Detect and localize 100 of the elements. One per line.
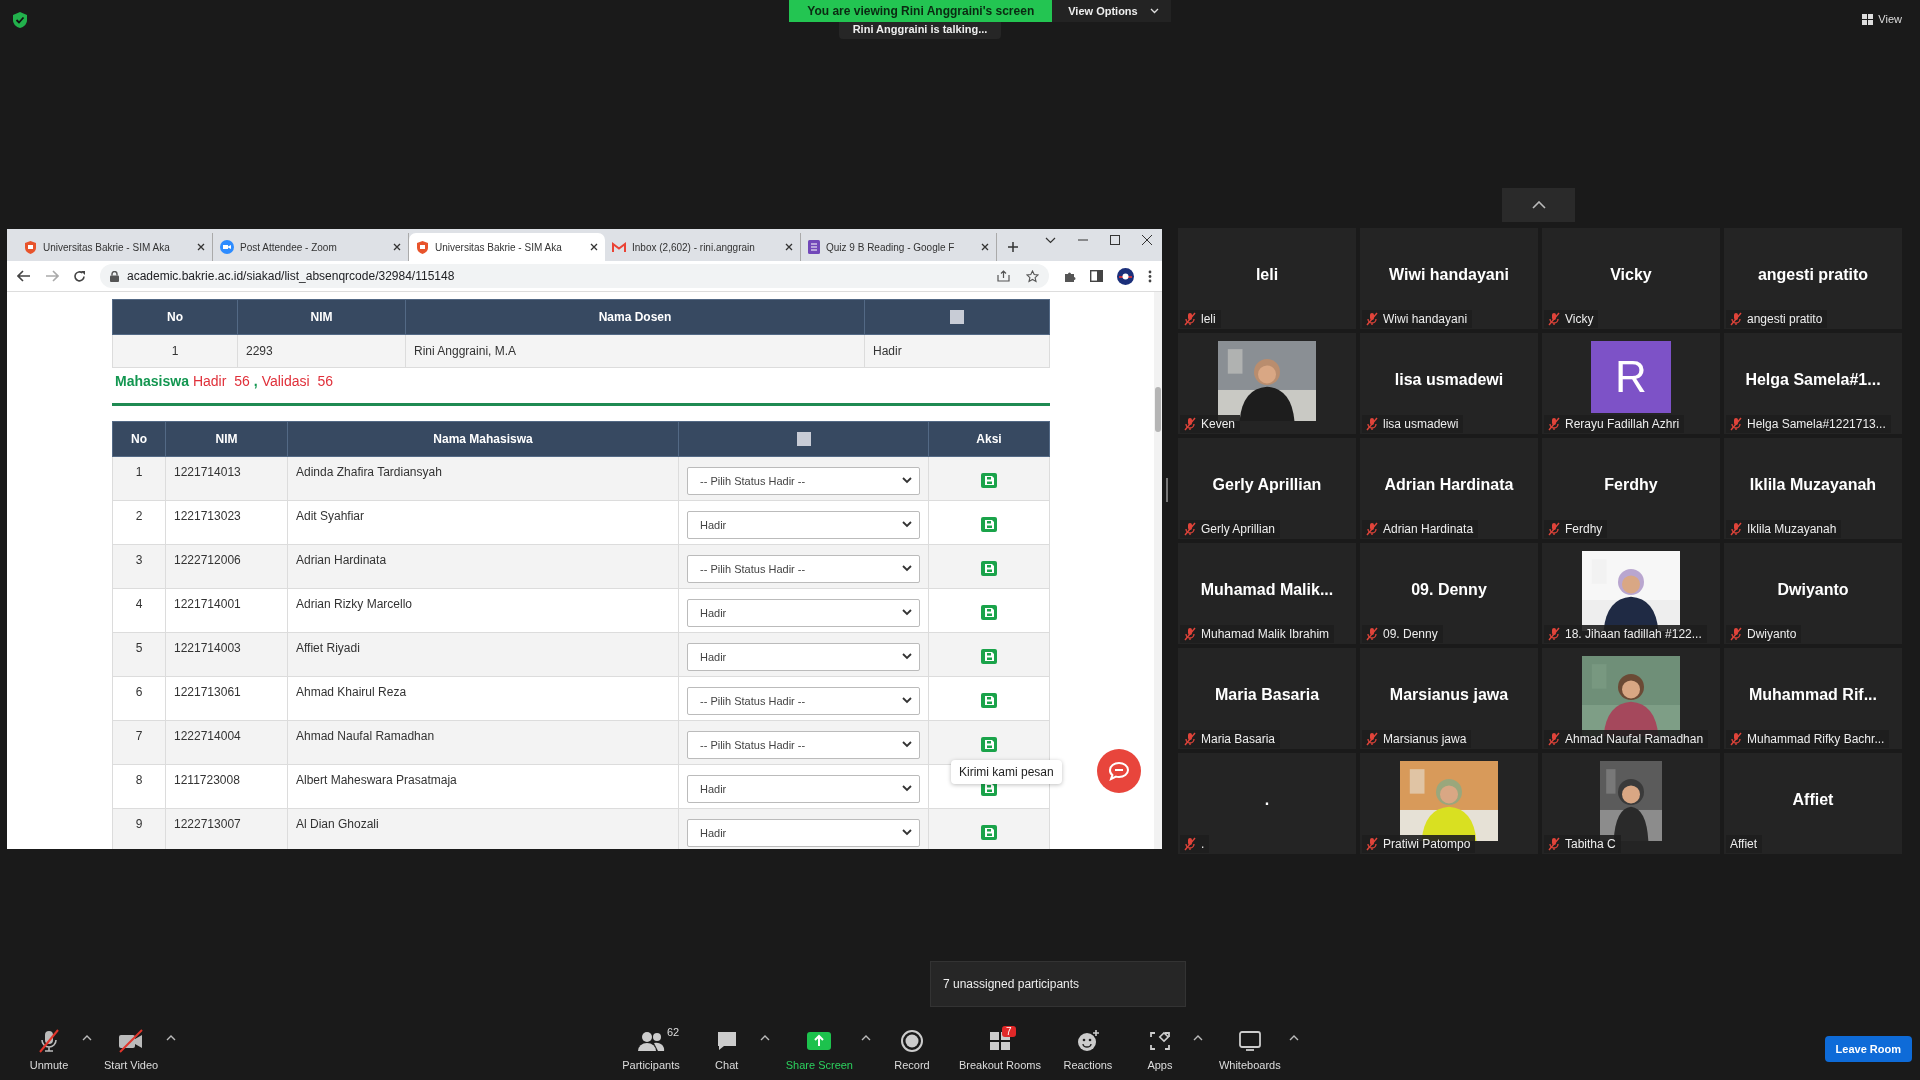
table-cell: Adrian Hardinata <box>287 544 679 589</box>
table-cell: 1221714003 <box>165 632 288 677</box>
profile-avatar[interactable] <box>1117 267 1134 285</box>
browser-tab[interactable]: Inbox (2,602) - rini.anggrain <box>605 233 801 261</box>
toolbar-button[interactable]: Chat <box>695 1023 758 1075</box>
close-icon[interactable] <box>393 243 401 251</box>
close-icon[interactable] <box>1142 235 1152 245</box>
chevron-down-icon[interactable] <box>1045 236 1056 244</box>
status-dropdown[interactable]: -- Pilih Status Hadir -- <box>687 554 920 583</box>
participant-label: Adrian Hardinata <box>1362 520 1479 538</box>
browser-tab[interactable]: Universitas Bakrie - SIM Aka <box>17 233 213 261</box>
mail-icon <box>612 241 626 253</box>
participant-name: Ferdhy <box>1604 476 1658 494</box>
address-bar[interactable]: academic.bakrie.ac.id/siakad/list_absenqrcode/32984/115148 <box>100 264 1049 288</box>
toolbar-button[interactable]: Unmute <box>18 1023 80 1075</box>
chat-tooltip: Kirimi kami pesan <box>951 760 1062 784</box>
select-all-checkbox[interactable] <box>796 432 811 447</box>
toolbar-button[interactable]: Start Video <box>98 1023 165 1075</box>
participant-name: Affiet <box>1792 791 1834 809</box>
chat-button[interactable] <box>1097 749 1141 793</box>
save-button[interactable] <box>981 649 997 664</box>
screen-share-banner: You are viewing Rini Anggraini's screen <box>789 0 1053 22</box>
status-dropdown[interactable]: -- Pilih Status Hadir -- <box>687 466 920 495</box>
chevron-down-icon <box>902 741 912 748</box>
toolbar-button[interactable]: 7 Breakout Rooms <box>953 1023 1047 1075</box>
table-cell: 1221714013 <box>165 456 288 501</box>
status-dropdown[interactable]: Hadir <box>687 510 920 539</box>
more-options-icon[interactable] <box>1148 269 1152 283</box>
browser-tab[interactable]: Quiz 9 B Reading - Google F <box>801 233 997 261</box>
caret-up-icon[interactable] <box>759 1033 770 1042</box>
chevron-down-icon <box>1149 8 1159 14</box>
plus-icon[interactable] <box>1007 241 1019 253</box>
participant-name: leli <box>1255 266 1279 284</box>
table-cell: Hadir <box>864 334 1050 368</box>
caret-up-icon[interactable] <box>861 1033 871 1042</box>
save-button[interactable] <box>981 825 997 840</box>
close-icon[interactable] <box>981 243 989 251</box>
status-dropdown[interactable]: Hadir <box>687 642 920 671</box>
resize-handle[interactable] <box>1166 478 1168 502</box>
table-cell: Adit Syahfiar <box>287 500 679 545</box>
participant-label: lisa usmadewi <box>1362 415 1464 433</box>
status-dropdown[interactable]: Hadir <box>687 818 920 847</box>
toolbar-button[interactable]: 62 Participants <box>616 1023 686 1075</box>
participant-name: Dwiyanto <box>1777 581 1849 599</box>
reload-icon[interactable] <box>73 269 86 283</box>
select-all-checkbox[interactable] <box>950 310 964 325</box>
column-header: NIM <box>237 299 406 335</box>
chevron-down-icon <box>902 609 912 616</box>
table-cell: 7 <box>112 720 166 765</box>
column-header: NIM <box>165 421 288 457</box>
share-icon[interactable] <box>997 269 1010 282</box>
table-cell: Rini Anggraini, M.A <box>405 334 865 368</box>
participant-name: Wiwi handayani <box>1389 266 1509 284</box>
table-cell: 8 <box>112 764 166 809</box>
browser-tab[interactable]: Post Attendee - Zoom <box>213 233 409 261</box>
close-icon[interactable] <box>590 243 598 251</box>
leave-room-button[interactable]: Leave Room <box>1824 1036 1912 1062</box>
participant-label: Iklila Muzayanah <box>1726 520 1842 538</box>
caret-up-icon[interactable] <box>166 1033 177 1042</box>
save-button[interactable] <box>981 561 997 576</box>
participant-label: 09. Denny <box>1362 625 1443 643</box>
caret-up-icon[interactable] <box>1288 1033 1299 1042</box>
participant-label: Maria Basaria <box>1180 730 1281 748</box>
table-cell: 1221713023 <box>165 500 288 545</box>
participant-label: . <box>1180 835 1210 853</box>
scrollbar-thumb[interactable] <box>1155 387 1161 432</box>
save-button[interactable] <box>981 737 997 752</box>
toolbar-button[interactable]: Reactions <box>1056 1023 1119 1075</box>
status-dropdown[interactable]: -- Pilih Status Hadir -- <box>687 686 920 715</box>
status-dropdown[interactable]: Hadir <box>687 774 920 803</box>
status-dropdown[interactable]: Hadir <box>687 598 920 627</box>
table-cell: Albert Maheswara Prasatmaja <box>287 764 679 809</box>
participant-name: Vicky <box>1610 266 1652 284</box>
participant-label: Keven <box>1180 415 1241 433</box>
status-dropdown[interactable]: -- Pilih Status Hadir -- <box>687 730 920 759</box>
view-options-button[interactable]: View Options <box>1052 0 1171 22</box>
save-button[interactable] <box>981 693 997 708</box>
maximize-icon[interactable] <box>1110 235 1120 245</box>
save-button[interactable] <box>981 605 997 620</box>
back-arrow-icon[interactable] <box>17 270 31 282</box>
notification-badge: 7 <box>1001 1025 1016 1037</box>
caret-up-icon[interactable] <box>1192 1033 1203 1042</box>
view-button[interactable]: View <box>1856 12 1908 26</box>
toolbar-button[interactable]: Apps <box>1128 1023 1191 1075</box>
toolbar-button[interactable]: Record <box>881 1023 943 1075</box>
toolbar-button[interactable]: Whiteboards <box>1212 1023 1287 1075</box>
save-button[interactable] <box>981 473 997 488</box>
browser-tab[interactable]: Universitas Bakrie - SIM Aka <box>409 233 605 261</box>
side-panel-icon[interactable] <box>1090 270 1103 282</box>
column-header: No <box>112 421 166 457</box>
caret-up-icon[interactable] <box>82 1033 92 1042</box>
chevron-down-icon <box>902 829 912 836</box>
star-icon[interactable] <box>1026 269 1039 283</box>
chevron-down-icon <box>902 653 912 660</box>
toolbar-button[interactable]: Share Screen <box>779 1023 859 1075</box>
close-icon[interactable] <box>197 243 205 251</box>
close-icon[interactable] <box>785 243 793 251</box>
save-button[interactable] <box>981 517 997 532</box>
muted-microphone-icon <box>36 1027 62 1054</box>
table-cell: 2 <box>112 500 166 545</box>
